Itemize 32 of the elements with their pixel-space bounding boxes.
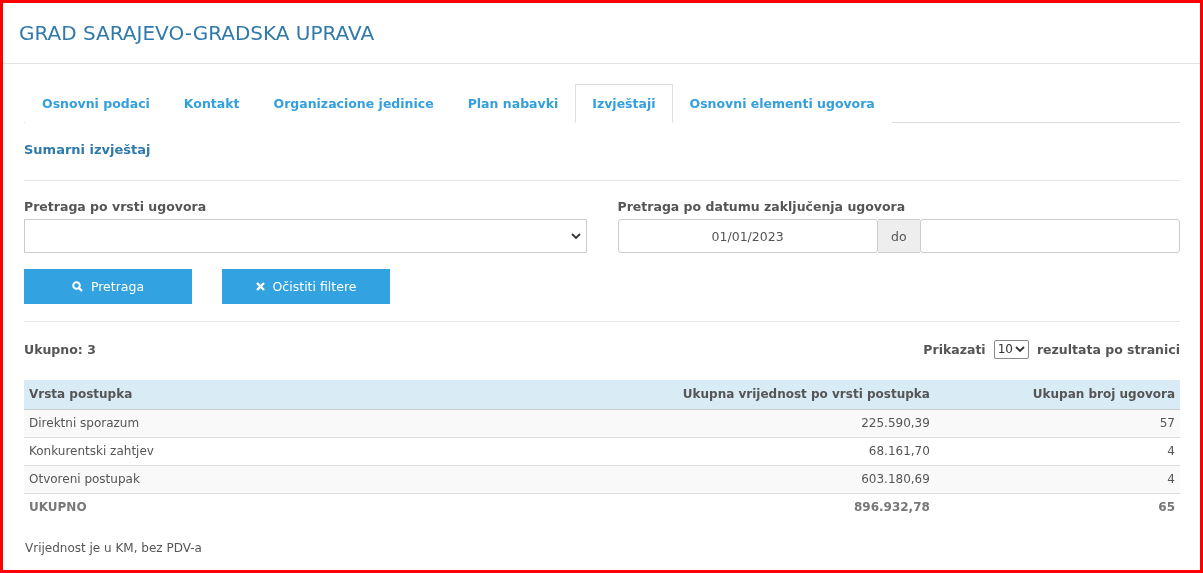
column-header: Ukupan broj ugovora: [934, 380, 1180, 409]
type-select[interactable]: [24, 219, 587, 253]
table-cell: Direktni sporazum: [24, 409, 242, 437]
table-cell: 4: [934, 465, 1180, 493]
table-cell: Otvoreni postupak: [24, 465, 242, 493]
tab[interactable]: Izvještaji: [575, 84, 673, 123]
page-size-select[interactable]: 10: [993, 339, 1029, 359]
date-to-field[interactable]: [919, 219, 1180, 253]
search-icon: [71, 281, 83, 292]
section-title: Sumarni izvještaj: [24, 123, 1180, 181]
page-size-label: rezultata po stranici: [1036, 341, 1180, 357]
table-cell: 4: [934, 437, 1180, 465]
total-count: Ukupno: 3: [24, 341, 96, 357]
column-header: Vrsta postupka: [24, 380, 242, 409]
table-cell: 225.590,39: [241, 409, 935, 437]
search-button[interactable]: Pretraga: [24, 269, 192, 304]
field-label: Pretraga po vrsti ugovora: [24, 199, 208, 214]
clear-filters-button[interactable]: Očistiti filtere: [222, 269, 390, 304]
date-from-field[interactable]: 01/01/2023: [617, 219, 878, 253]
table-cell: 603.180,69: [241, 465, 935, 493]
table-cell: Konkurentski zahtjev: [24, 437, 242, 465]
table-cell: 68.161,70: [241, 437, 935, 465]
close-icon: [255, 282, 265, 291]
page-title: GRAD SARAJEVO-GRADSKA UPRAVA: [19, 21, 375, 45]
page-size-label: Prikazati: [923, 341, 986, 357]
field-label: Pretraga po datumu zaključenja ugovora: [617, 199, 907, 214]
column-header: Ukupna vrijednost po vrsti postupka: [241, 380, 935, 409]
footnote: Vrijednost je u KM, bez PDV-a: [25, 541, 203, 555]
table-cell: 57: [934, 409, 1180, 437]
date-separator: do: [877, 219, 920, 253]
chevron-down-icon: [1014, 345, 1025, 353]
chevron-down-icon: [570, 232, 581, 240]
